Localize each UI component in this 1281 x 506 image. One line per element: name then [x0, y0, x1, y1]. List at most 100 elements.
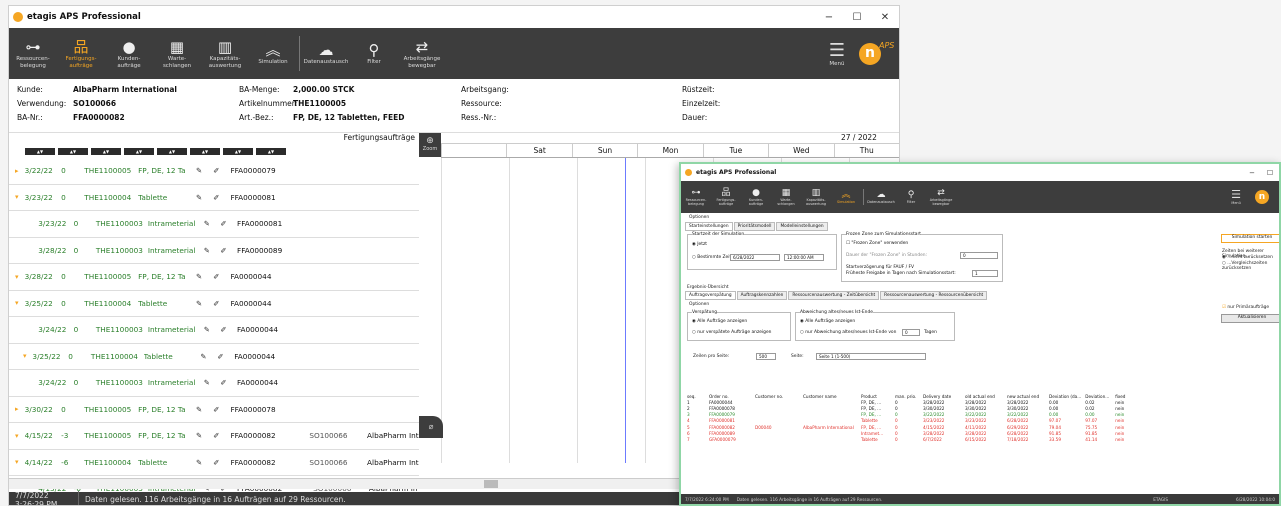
- edit-icon[interactable]: ✎: [196, 431, 213, 440]
- column-header-deviation[interactable]: Deviation...: [1083, 393, 1113, 399]
- ribbon-datenaustausch[interactable]: ☁ Datenaustausch: [302, 28, 350, 79]
- sort-toggle-button[interactable]: ▲▼: [124, 148, 154, 155]
- zeilen-select[interactable]: 500: [756, 353, 776, 360]
- close-button[interactable]: ✕: [871, 12, 899, 23]
- collapse-icon[interactable]: ⌀: [419, 416, 443, 438]
- pencil-icon[interactable]: ✐: [213, 458, 230, 467]
- sort-toggle-button[interactable]: ▲▼: [25, 148, 55, 155]
- pencil-icon[interactable]: ✐: [213, 272, 230, 281]
- collapse-icon[interactable]: ▾: [15, 273, 25, 281]
- ribbon-filter[interactable]: ⚲ Filter: [350, 28, 398, 79]
- zoom-button[interactable]: ⊕ Zoom: [419, 133, 441, 157]
- edit-icon[interactable]: ✎: [196, 166, 213, 175]
- pencil-icon[interactable]: ✐: [220, 378, 237, 387]
- abweichung-input[interactable]: 0: [902, 329, 920, 336]
- table-row[interactable]: 7 GFA0000079 Tablette 0 6/7/2022 6/15/2022 7/1…: [685, 436, 1133, 442]
- edit-icon[interactable]: ✎: [204, 246, 221, 255]
- tree-row[interactable]: 3/24/22 0 THE1100003 Intrameterial ✎ ✐ FA00000…: [9, 370, 419, 397]
- scroll-thumb[interactable]: [484, 480, 498, 488]
- sim-ribbon-filter[interactable]: ⚲ Filter: [896, 181, 926, 213]
- radio-nur-verspaetete[interactable]: ○ nur verspätete Aufträge anzeigen: [692, 330, 771, 335]
- sim-minimize-button[interactable]: −: [1243, 169, 1261, 177]
- collapse-icon[interactable]: ▾: [15, 193, 25, 201]
- sim-ribbon-warte-schlangen[interactable]: ▦ Warte-schlangen: [771, 181, 801, 213]
- expand-icon[interactable]: ▸: [15, 167, 25, 175]
- tab-auftragsversp-tung[interactable]: Auftragsverspätung: [685, 291, 736, 300]
- tree-row[interactable]: ▾ 3/23/22 0 THE1100004 Tablette ✎ ✐ FFA0000081: [9, 185, 419, 211]
- edit-icon[interactable]: ✎: [200, 352, 217, 361]
- edit-icon[interactable]: ✎: [196, 299, 213, 308]
- tree-row[interactable]: ▸ 3/30/22 0 THE1100005 FP, DE, 12 Ta ✎ ✐ FFA000…: [9, 397, 419, 423]
- sort-toggle-button[interactable]: ▲▼: [256, 148, 286, 155]
- date-picker[interactable]: 6/28/2022: [730, 254, 780, 261]
- sort-toggle-button[interactable]: ▲▼: [223, 148, 253, 155]
- maximize-button[interactable]: ☐: [843, 12, 871, 23]
- ribbon-fertigungs-auftr-ge[interactable]: 品 Fertigungs-aufträge: [57, 28, 105, 79]
- pencil-icon[interactable]: ✐: [213, 166, 230, 175]
- ribbon-warte-schlangen[interactable]: ▦ Warte-schlangen: [153, 28, 201, 79]
- tab-ressourcenauswertung-zeit-bersicht[interactable]: Ressourcenauswertung - Zeitübersicht: [788, 291, 880, 300]
- collapse-icon[interactable]: ▾: [15, 458, 25, 466]
- edit-icon[interactable]: ✎: [196, 272, 213, 281]
- edit-icon[interactable]: ✎: [204, 325, 221, 334]
- pencil-icon[interactable]: ✐: [213, 405, 230, 414]
- ribbon-simulation[interactable]: ︽ Simulation: [249, 28, 297, 79]
- ribbon-ressourcen-belegung[interactable]: ⊶ Ressourcen-belegung: [9, 28, 57, 79]
- sim-ribbon-fertigungs-auftr-ge[interactable]: 品 Fertigungs-aufträge: [711, 181, 741, 213]
- sim-ribbon-simulation[interactable]: ︽ Simulation: [831, 181, 861, 213]
- sim-ribbon-datenaustausch[interactable]: ☁ Datenaustausch: [866, 181, 896, 213]
- pencil-icon[interactable]: ✐: [213, 431, 230, 440]
- frozen-dauer-input[interactable]: 0: [960, 252, 998, 259]
- ribbon-kapazit-ts-auswertung[interactable]: ▥ Kapazitäts-auswertung: [201, 28, 249, 79]
- edit-icon[interactable]: ✎: [204, 219, 221, 228]
- sim-ribbon-ressourcen-belegung[interactable]: ⊶ Ressourcen-belegung: [681, 181, 711, 213]
- ribbon-arbeitsg-nge-bewegbar[interactable]: ⇄ Arbeitsgänge bewegbar: [398, 28, 446, 79]
- pencil-icon[interactable]: ✐: [217, 352, 234, 361]
- column-header-deviation-da[interactable]: Deviation (da...: [1047, 393, 1083, 399]
- aktualisieren-button[interactable]: Aktualisieren: [1221, 314, 1279, 323]
- edit-icon[interactable]: ✎: [196, 405, 213, 414]
- expand-icon[interactable]: ▸: [15, 405, 25, 413]
- tab-auftragskennzahlen[interactable]: Auftragskennzahlen: [736, 291, 788, 300]
- tab-priorit-tsmodell[interactable]: Prioritätsmodell: [733, 222, 776, 231]
- frozen-zone-checkbox[interactable]: ☐ "Frozen Zone" verwenden: [846, 241, 908, 246]
- sort-toggle-button[interactable]: ▲▼: [190, 148, 220, 155]
- sim-ribbon-kunden-auftr-ge[interactable]: ● Kunden-aufträge: [741, 181, 771, 213]
- collapse-icon[interactable]: ▾: [23, 352, 32, 360]
- primaer-checkbox[interactable]: ☑ nur Primäraufträge: [1222, 305, 1269, 310]
- tree-row[interactable]: ▾ 3/25/22 0 THE1100004 Tablette ✎ ✐ FA0000044: [9, 291, 419, 317]
- sim-menu-button[interactable]: ☰ Menü: [1231, 189, 1241, 206]
- tree-row[interactable]: 3/24/22 0 THE1100003 Intrameterial ✎ ✐ FA00000…: [9, 317, 419, 344]
- tree-row[interactable]: ▸ 3/22/22 0 THE1100005 FP, DE, 12 Ta ✎ ✐ FFA000…: [9, 158, 419, 185]
- tree-row[interactable]: 3/23/22 0 THE1100003 Intrameterial ✎ ✐ FFA0000…: [9, 211, 419, 238]
- sort-toggle-button[interactable]: ▲▼: [91, 148, 121, 155]
- tab-ressourcenauswertung-ressourcen-bersicht[interactable]: Ressourcenauswertung - Ressourcenübersic…: [880, 291, 988, 300]
- tree-row[interactable]: ▾ 3/28/22 0 THE1100005 FP, DE, 12 Ta ✎ ✐ FA0000…: [9, 264, 419, 291]
- radio-alle-auftraege-2[interactable]: ◉ Alle Aufträge anzeigen: [800, 319, 855, 324]
- simulation-starten-button[interactable]: Simulation starten: [1221, 234, 1279, 243]
- pencil-icon[interactable]: ✐: [213, 193, 230, 202]
- radio-vergleichszeiten[interactable]: ○ ...Vergleichszeiten zurücksetzen: [1222, 261, 1279, 271]
- radio-bestimmte-zeit[interactable]: ○ Bestimmte Zeit:: [692, 255, 733, 260]
- tab-modelleinstellungen[interactable]: Modelleinstellungen: [776, 222, 828, 231]
- time-picker[interactable]: 12:00:00 AM: [784, 254, 824, 261]
- ribbon-kunden-auftr-ge[interactable]: ● Kunden-aufträge: [105, 28, 153, 79]
- tree-row[interactable]: ▾ 4/14/22 -6 THE1100004 Tablette ✎ ✐ FFA0000082…: [9, 450, 419, 476]
- tree-row[interactable]: 3/28/22 0 THE1100003 Intrameterial ✎ ✐ FFA0000…: [9, 238, 419, 264]
- pencil-icon[interactable]: ✐: [220, 246, 237, 255]
- edit-icon[interactable]: ✎: [204, 378, 221, 387]
- pencil-icon[interactable]: ✐: [220, 219, 237, 228]
- menu-button[interactable]: ☰ Menü: [829, 40, 845, 67]
- collapse-icon[interactable]: ▾: [15, 432, 25, 440]
- sort-toggle-button[interactable]: ▲▼: [157, 148, 187, 155]
- collapse-icon[interactable]: ▾: [15, 299, 25, 307]
- radio-nur-abweichung[interactable]: ○ nur Abweichung altes/neues Ist-Ende vo…: [800, 330, 896, 335]
- sim-maximize-button[interactable]: ☐: [1261, 169, 1279, 177]
- radio-nicht-zuruecksetzen[interactable]: ◉ ...nicht zurücksetzen: [1222, 255, 1273, 260]
- tree-row[interactable]: ▾ 4/15/22 -3 THE1100005 FP, DE, 12 Ta ✎ ✐ FFA00…: [9, 423, 419, 450]
- tab-starteinstellungen[interactable]: Starteinstellungen: [685, 222, 733, 231]
- seite-select[interactable]: Seite 1 (1-500): [816, 353, 926, 360]
- tree-row[interactable]: ▾ 3/25/22 0 THE1100004 Tablette ✎ ✐ FA0000044: [9, 344, 419, 370]
- sort-toggle-button[interactable]: ▲▼: [58, 148, 88, 155]
- minimize-button[interactable]: −: [815, 12, 843, 23]
